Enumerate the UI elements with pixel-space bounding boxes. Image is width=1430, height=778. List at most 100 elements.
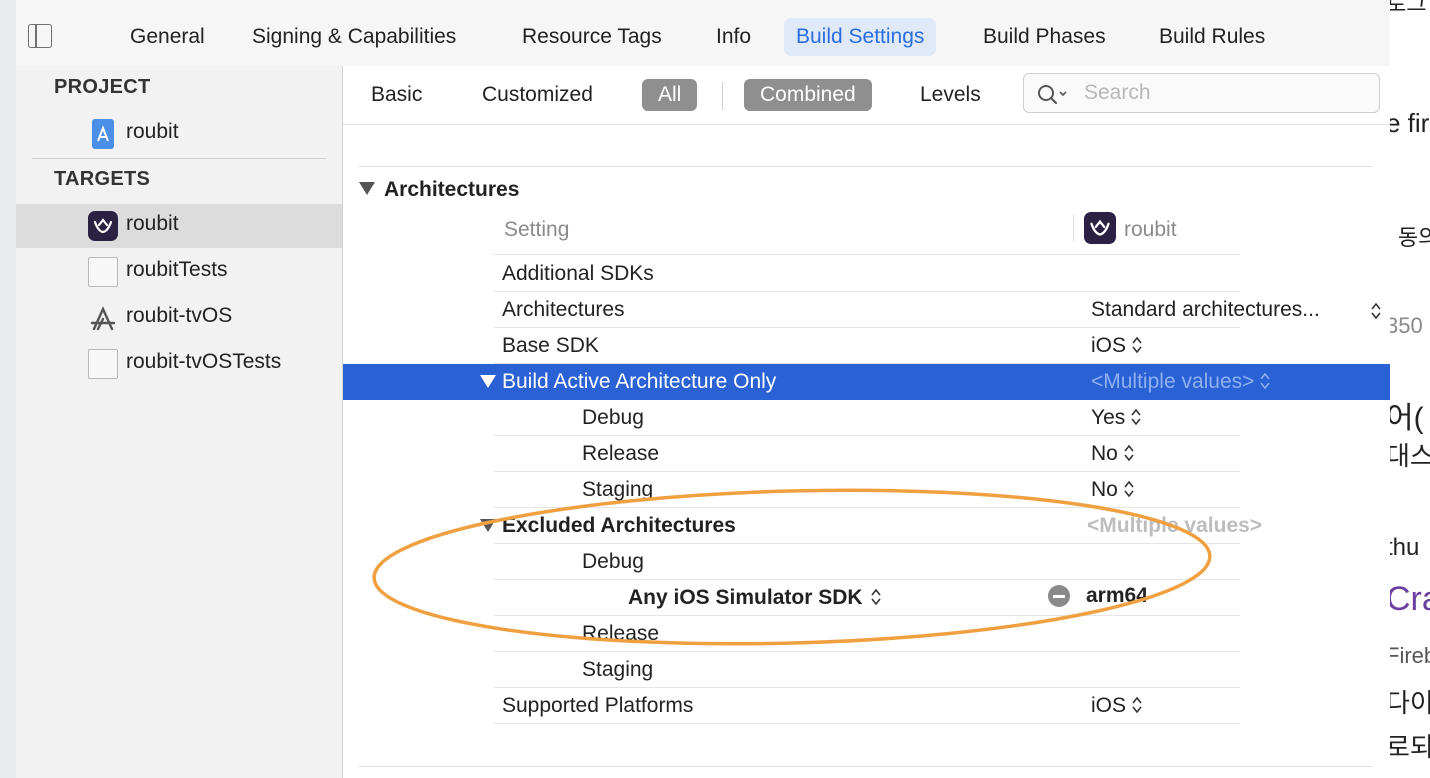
app-icon xyxy=(88,211,118,241)
setting-name: Architectures xyxy=(502,298,625,321)
setting-row-excluded-architectures[interactable]: Excluded Architectures <Multiple values> xyxy=(343,508,1390,544)
setting-row-excluded-staging[interactable]: Staging xyxy=(343,652,1390,688)
popup-stepper-icon xyxy=(1131,408,1141,426)
bg-text: 어( xyxy=(1390,402,1424,435)
bg-text: Fireb xyxy=(1390,643,1430,668)
bg-text: 대스 xyxy=(1390,441,1430,471)
project-target-sidebar: PROJECT roubit TARGETS roubit roubitTest… xyxy=(16,66,343,778)
bg-text: 로되던 xyxy=(1390,732,1430,762)
sidebar-item-target-roubittests[interactable]: roubitTests xyxy=(16,250,342,294)
setting-name: Debug xyxy=(582,550,644,573)
setting-row-baao-debug[interactable]: Debug Yes xyxy=(343,400,1390,436)
project-file-icon xyxy=(92,119,114,149)
popup-stepper-icon xyxy=(1124,480,1134,498)
popup-stepper-icon xyxy=(1260,372,1271,390)
disclosure-triangle-icon[interactable] xyxy=(480,519,496,532)
setting-row-additional-sdks[interactable]: Additional SDKs xyxy=(343,256,1390,292)
setting-name: Excluded Architectures xyxy=(502,514,736,537)
setting-value[interactable]: <Multiple values> xyxy=(1091,370,1271,394)
sidebar-item-target-roubit-tvos[interactable]: roubit-tvOS xyxy=(16,296,342,340)
setting-name: Base SDK xyxy=(502,334,599,357)
setting-name: Supported Platforms xyxy=(502,694,694,717)
setting-value[interactable]: Standard architectures... xyxy=(1091,298,1320,322)
popup-stepper-icon xyxy=(1124,444,1134,462)
setting-value[interactable]: arm64 xyxy=(1086,584,1148,608)
setting-row-baao-staging[interactable]: Staging No xyxy=(343,472,1390,508)
tab-signing-capabilities[interactable]: Signing & Capabilities xyxy=(240,18,468,56)
setting-row-supported-platforms[interactable]: Supported Platforms iOS xyxy=(343,688,1390,724)
setting-row-excluded-debug[interactable]: Debug xyxy=(343,544,1390,580)
section-disclosure-icon[interactable] xyxy=(359,182,375,195)
tab-build-settings[interactable]: Build Settings xyxy=(784,18,937,56)
setting-value[interactable]: No xyxy=(1091,442,1134,466)
editor-tab-bar: General Signing & Capabilities Resource … xyxy=(16,0,1390,67)
search-field[interactable]: Search xyxy=(1023,73,1380,113)
popup-stepper-icon xyxy=(1132,696,1142,714)
xcode-window: General Signing & Capabilities Resource … xyxy=(16,0,1390,778)
setting-row-baao-release[interactable]: Release No xyxy=(343,436,1390,472)
bg-text: 350 xyxy=(1390,313,1423,338)
test-bundle-icon xyxy=(88,257,118,287)
setting-row-base-sdk[interactable]: Base SDK iOS xyxy=(343,328,1390,364)
sidebar-toggle-icon[interactable] xyxy=(28,24,52,48)
background-page: 로그 e fir | 동의 350 어( 대스 thu Cra Fireb 다이… xyxy=(1390,0,1430,778)
sidebar-item-label: roubitTests xyxy=(126,258,228,281)
condition-selector[interactable]: Any iOS Simulator SDK xyxy=(628,586,881,610)
filter-customized[interactable]: Customized xyxy=(472,79,603,111)
sidebar-item-label: roubit-tvOS xyxy=(126,304,233,327)
setting-row-excluded-release[interactable]: Release xyxy=(343,616,1390,652)
setting-name: Debug xyxy=(582,406,644,429)
setting-row-build-active-architecture-only[interactable]: Build Active Architecture Only <Multiple… xyxy=(343,364,1390,400)
setting-value[interactable]: No xyxy=(1091,478,1134,502)
filter-combined[interactable]: Combined xyxy=(744,79,872,111)
build-settings-editor: Basic Customized All Combined Levels Sea… xyxy=(343,66,1390,778)
build-settings-filter-bar: Basic Customized All Combined Levels Sea… xyxy=(343,66,1390,125)
setting-value[interactable]: <Multiple values> xyxy=(1087,514,1262,538)
tab-resource-tags[interactable]: Resource Tags xyxy=(510,18,674,56)
filter-basic[interactable]: Basic xyxy=(361,79,432,111)
column-header-setting: Setting xyxy=(504,218,570,241)
bg-text: e fir xyxy=(1390,108,1430,138)
sidebar-item-project[interactable]: roubit xyxy=(16,112,342,156)
setting-name: Additional SDKs xyxy=(502,262,654,285)
tab-build-phases[interactable]: Build Phases xyxy=(971,18,1118,56)
setting-row-any-ios-simulator-sdk[interactable]: Any iOS Simulator SDK arm64 xyxy=(343,580,1390,616)
sidebar-item-label: roubit xyxy=(126,120,179,143)
sidebar-item-label: roubit xyxy=(126,212,179,235)
column-header-target: roubit xyxy=(1124,218,1177,241)
disclosure-triangle-icon[interactable] xyxy=(480,375,496,388)
popup-stepper-icon xyxy=(1132,336,1142,354)
remove-condition-icon[interactable] xyxy=(1048,585,1070,607)
filter-all[interactable]: All xyxy=(642,79,698,111)
bg-text: 다이어 xyxy=(1390,688,1430,718)
setting-name: Staging xyxy=(582,658,654,681)
setting-value[interactable]: iOS xyxy=(1091,694,1142,718)
bg-text: 로그 xyxy=(1390,0,1427,16)
tab-info[interactable]: Info xyxy=(704,18,763,56)
tab-general[interactable]: General xyxy=(118,18,217,56)
search-placeholder: Search xyxy=(1084,81,1151,104)
bg-text: | 동의 xyxy=(1390,225,1430,250)
target-app-icon xyxy=(1084,212,1116,244)
popup-stepper-icon xyxy=(870,588,881,606)
popup-stepper-icon[interactable] xyxy=(1371,301,1381,321)
test-bundle-icon xyxy=(88,349,118,379)
setting-name: Build Active Architecture Only xyxy=(502,370,777,393)
setting-name: Release xyxy=(582,622,660,645)
section-title: Architectures xyxy=(384,178,520,201)
sidebar-item-label: roubit-tvOSTests xyxy=(126,350,282,373)
search-icon xyxy=(1038,85,1067,105)
bg-text: thu xyxy=(1390,534,1420,561)
setting-name: Staging xyxy=(582,478,654,501)
sidebar-item-target-roubit-tvostests[interactable]: roubit-tvOSTests xyxy=(16,342,342,386)
bg-text: Cra xyxy=(1390,580,1430,618)
setting-name: Release xyxy=(582,442,660,465)
app-store-a-icon xyxy=(88,303,118,333)
filter-levels[interactable]: Levels xyxy=(910,79,991,111)
tab-build-rules[interactable]: Build Rules xyxy=(1147,18,1277,56)
setting-row-architectures[interactable]: Architectures Standard architectures... xyxy=(343,292,1390,328)
setting-value[interactable]: iOS xyxy=(1091,334,1142,358)
sidebar-item-target-roubit[interactable]: roubit xyxy=(16,204,342,248)
targets-header: TARGETS xyxy=(54,168,151,190)
setting-value[interactable]: Yes xyxy=(1091,406,1141,430)
